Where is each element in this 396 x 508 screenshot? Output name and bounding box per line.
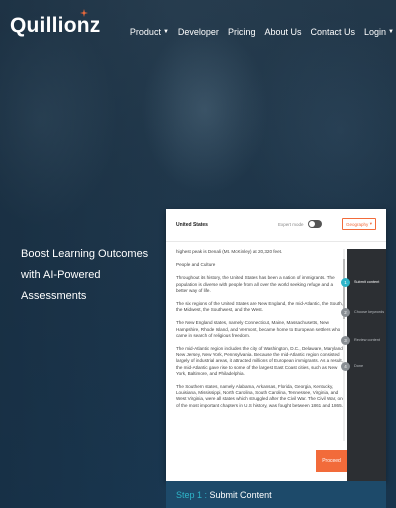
step-label: Review content bbox=[354, 338, 380, 342]
step-banner-prefix: Step 1 : bbox=[176, 490, 208, 500]
step-banner: Step 1 : Submit Content bbox=[166, 481, 386, 508]
expert-mode-label: Expert mode bbox=[278, 222, 304, 227]
nav-developer-label: Developer bbox=[177, 27, 219, 37]
nav-product-label: Product bbox=[129, 27, 161, 37]
content-paragraph: The Southern states, namely Alabama, Ark… bbox=[176, 384, 346, 408]
content-paragraph: highest peak is Denali (Mt. McKinley) at… bbox=[176, 249, 283, 254]
content-heading: People and Culture bbox=[176, 262, 216, 268]
content-paragraph: The New England states, namely Connectic… bbox=[176, 320, 341, 338]
expert-mode-toggle[interactable] bbox=[308, 220, 322, 228]
card-header: United States Expert mode Geography ▾ bbox=[166, 209, 386, 242]
step-label: Done bbox=[354, 364, 364, 368]
nav-login[interactable]: Login ▼ bbox=[364, 27, 394, 37]
nav-about-us-label: About Us bbox=[264, 27, 302, 37]
step-number: 2 bbox=[341, 308, 350, 317]
domain-select[interactable]: Geography ▾ bbox=[342, 218, 376, 230]
nav-about-us[interactable]: About Us bbox=[264, 27, 301, 37]
app-preview-card: United States Expert mode Geography ▾ hi… bbox=[166, 209, 386, 481]
chevron-down-icon: ▼ bbox=[162, 29, 169, 35]
chevron-down-icon: ▾ bbox=[369, 221, 372, 226]
chevron-down-icon: ▼ bbox=[388, 29, 394, 35]
nav-contact-us[interactable]: Contact Us bbox=[310, 27, 355, 37]
hero-tagline: Boost Learning Outcomes with AI-Powered … bbox=[21, 248, 149, 302]
brand-logo[interactable]: Quillionz bbox=[10, 14, 100, 38]
top-navigation: Quillionz Product ▼ Developer Pricing Ab… bbox=[0, 0, 396, 52]
nav-contact-us-label: Contact Us bbox=[310, 27, 356, 37]
step-banner-text: Step 1 : Submit Content bbox=[176, 490, 272, 500]
domain-select-value: Geography bbox=[346, 221, 369, 227]
toggle-knob bbox=[309, 221, 315, 227]
content-paragraph: Throughout its history, the United State… bbox=[176, 275, 335, 293]
content-paragraph: The mid-Atlantic region includes the cit… bbox=[176, 346, 345, 376]
logo-spark-icon bbox=[80, 9, 88, 17]
step-number: 1 bbox=[341, 278, 350, 287]
step-label: Choose keywords bbox=[354, 310, 385, 314]
step-banner-title: Submit Content bbox=[209, 490, 272, 500]
nav-login-label: Login bbox=[364, 27, 387, 37]
main-menu: Product ▼ Developer Pricing About Us Con… bbox=[130, 27, 394, 37]
nav-developer[interactable]: Developer bbox=[178, 27, 219, 37]
step-label: Submit content bbox=[354, 280, 380, 284]
nav-product[interactable]: Product ▼ bbox=[130, 27, 169, 37]
step-number: 3 bbox=[341, 336, 350, 345]
nav-pricing-label: Pricing bbox=[227, 27, 256, 37]
proceed-button[interactable]: Proceed bbox=[316, 450, 347, 472]
nav-pricing[interactable]: Pricing bbox=[228, 27, 256, 37]
document-title: United States bbox=[176, 222, 208, 228]
step-number: 4 bbox=[341, 362, 350, 371]
content-paragraph: The six regions of the United States are… bbox=[176, 301, 343, 313]
content-text-area[interactable]: highest peak is Denali (Mt. McKinley) at… bbox=[176, 249, 346, 441]
